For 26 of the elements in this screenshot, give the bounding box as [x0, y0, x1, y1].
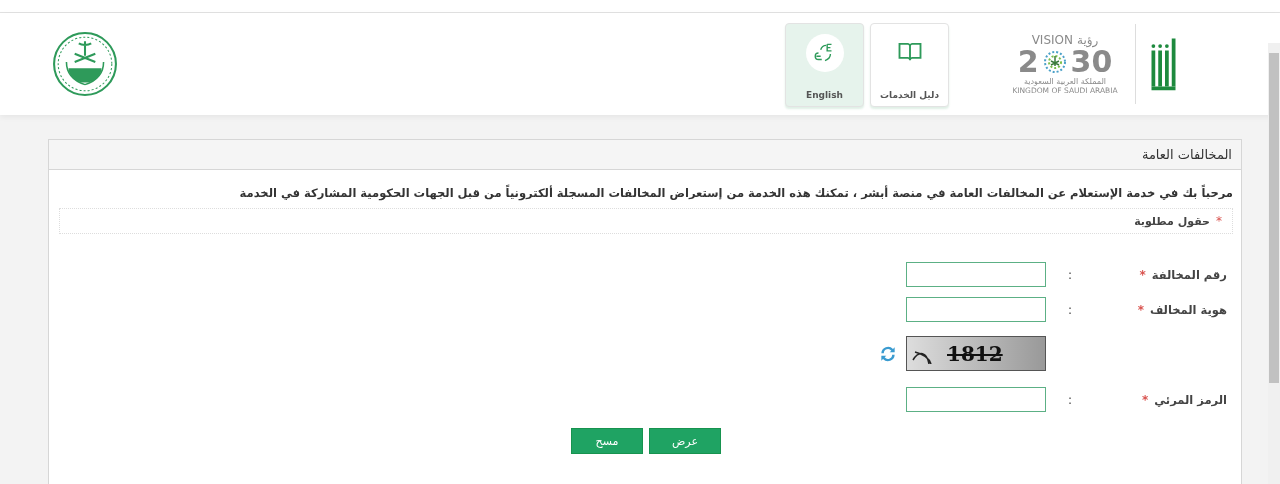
required-mark: *	[1216, 214, 1222, 228]
colon: :	[1066, 267, 1072, 282]
captcha-image: 1812	[906, 336, 1046, 371]
input-field[interactable]	[906, 297, 1046, 322]
field-label: رقم المخالفة	[1151, 267, 1227, 282]
field-label: الرمز المرئي	[1154, 392, 1227, 407]
vision-label: رؤية	[1076, 33, 1099, 47]
country-name: المملكة العربية السعودية	[1023, 77, 1107, 86]
required-mark: *	[1137, 302, 1144, 317]
year-digit: 30	[1070, 47, 1113, 77]
language-button[interactable]: English	[785, 23, 864, 107]
intro-text: مرحباً بك في خدمة الإستعلام عن المخالفات العامة في منصة أبشر ، تمكنك هذه الخدمة من إستعراض المخالفات المسجلة ألكترونياً من قبل الجهات الحكومية المشاركة في الخدمة	[238, 186, 1233, 200]
colon: :	[1066, 392, 1072, 407]
ministry-emblem	[52, 31, 118, 97]
input-field[interactable]	[906, 387, 1046, 412]
emblem-icon	[1042, 50, 1067, 74]
year-digit: 2	[1017, 47, 1039, 77]
field-label: هوية المخالف	[1149, 302, 1227, 317]
colon: :	[1066, 302, 1072, 317]
required-note: حقول مطلوبة	[1134, 214, 1210, 228]
required-mark: *	[1139, 267, 1146, 282]
input-field[interactable]	[906, 262, 1046, 287]
required-mark: *	[1141, 392, 1149, 407]
panel-title: المخالفات العامة	[49, 140, 1241, 170]
services-guide-button[interactable]: دليل الخدمات	[870, 23, 949, 107]
vision-label: VISION	[1031, 33, 1073, 47]
